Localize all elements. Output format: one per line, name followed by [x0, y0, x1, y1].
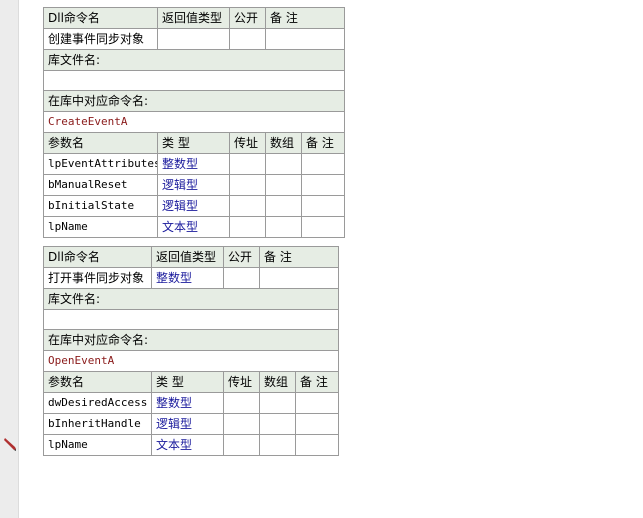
- param-row[interactable]: lpEventAttributes 整数型: [43, 153, 346, 175]
- param-row[interactable]: bInheritHandle 逻辑型: [43, 413, 340, 435]
- command-row[interactable]: 打开事件同步对象 整数型: [43, 267, 340, 289]
- col-dll-command-name: Dll命令名: [43, 7, 158, 29]
- param-type[interactable]: 逻辑型: [157, 195, 230, 217]
- param-byref[interactable]: [223, 392, 260, 414]
- param-array[interactable]: [265, 216, 302, 238]
- param-type[interactable]: 逻辑型: [157, 174, 230, 196]
- param-name[interactable]: bInheritHandle: [43, 413, 152, 435]
- param-row[interactable]: bManualReset 逻辑型: [43, 174, 346, 196]
- param-note[interactable]: [300, 153, 346, 175]
- col-return-type: 返回值类型: [151, 246, 224, 268]
- command-note[interactable]: [258, 267, 340, 289]
- entry-name-label: 在库中对应命令名:: [42, 90, 346, 112]
- param-type[interactable]: 文本型: [157, 216, 230, 238]
- col-dll-command-name: Dll命令名: [43, 246, 152, 268]
- param-col-type: 类 型: [151, 371, 224, 393]
- param-type[interactable]: 文本型: [151, 434, 224, 456]
- entry-name-value[interactable]: OpenEventA: [42, 350, 340, 372]
- dll-command-table-2: Dll命令名 返回值类型 公开 备 注 打开事件同步对象 整数型 库文件名: 在…: [42, 246, 340, 456]
- command-return-type[interactable]: [157, 28, 230, 50]
- param-col-byref: 传址: [223, 371, 260, 393]
- lib-file-value[interactable]: [42, 70, 346, 91]
- param-name[interactable]: bManualReset: [43, 174, 158, 196]
- command-header-row: Dll命令名 返回值类型 公开 备 注: [43, 246, 340, 268]
- lib-file-label: 库文件名:: [42, 49, 346, 71]
- command-row[interactable]: 创建事件同步对象: [43, 28, 346, 50]
- param-col-name: 参数名: [43, 371, 152, 393]
- command-return-type[interactable]: 整数型: [151, 267, 224, 289]
- command-name[interactable]: 打开事件同步对象: [43, 267, 152, 289]
- entry-name-label: 在库中对应命令名:: [42, 329, 340, 351]
- param-array[interactable]: [259, 392, 296, 414]
- command-public[interactable]: [229, 28, 266, 50]
- param-col-type: 类 型: [157, 132, 230, 154]
- param-col-note: 备 注: [300, 132, 346, 154]
- param-name[interactable]: dwDesiredAccess: [43, 392, 152, 414]
- lib-file-value[interactable]: [42, 309, 340, 330]
- col-public: 公开: [229, 7, 266, 29]
- param-note[interactable]: [300, 195, 346, 217]
- param-note[interactable]: [294, 434, 340, 456]
- command-header-row: Dll命令名 返回值类型 公开 备 注: [43, 7, 346, 29]
- param-type[interactable]: 整数型: [157, 153, 230, 175]
- param-col-name: 参数名: [43, 132, 158, 154]
- param-name[interactable]: lpEventAttributes: [43, 153, 158, 175]
- param-byref[interactable]: [229, 216, 266, 238]
- param-array[interactable]: [259, 413, 296, 435]
- command-public[interactable]: [223, 267, 260, 289]
- col-note: 备 注: [258, 246, 340, 268]
- param-col-note: 备 注: [294, 371, 340, 393]
- param-byref[interactable]: [229, 153, 266, 175]
- command-note[interactable]: [264, 28, 346, 50]
- dll-command-table-1: Dll命令名 返回值类型 公开 备 注 创建事件同步对象 库文件名: 在库中对应…: [42, 7, 346, 238]
- param-byref[interactable]: [223, 413, 260, 435]
- command-name[interactable]: 创建事件同步对象: [43, 28, 158, 50]
- param-byref[interactable]: [223, 434, 260, 456]
- col-public: 公开: [223, 246, 260, 268]
- param-array[interactable]: [265, 174, 302, 196]
- param-note[interactable]: [294, 413, 340, 435]
- param-col-array: 数组: [265, 132, 302, 154]
- param-name[interactable]: bInitialState: [43, 195, 158, 217]
- pencil-icon: [4, 438, 16, 451]
- param-byref[interactable]: [229, 195, 266, 217]
- param-col-byref: 传址: [229, 132, 266, 154]
- param-byref[interactable]: [229, 174, 266, 196]
- param-col-array: 数组: [259, 371, 296, 393]
- param-array[interactable]: [265, 153, 302, 175]
- param-note[interactable]: [294, 392, 340, 414]
- param-type[interactable]: 整数型: [151, 392, 224, 414]
- param-header-row: 参数名 类 型 传址 数组 备 注: [43, 132, 346, 154]
- param-header-row: 参数名 类 型 传址 数组 备 注: [43, 371, 340, 393]
- entry-name-value[interactable]: CreateEventA: [42, 111, 346, 133]
- param-name[interactable]: lpName: [43, 434, 152, 456]
- param-row[interactable]: lpName 文本型: [43, 434, 340, 456]
- col-note: 备 注: [264, 7, 346, 29]
- param-name[interactable]: lpName: [43, 216, 158, 238]
- param-row[interactable]: bInitialState 逻辑型: [43, 195, 346, 217]
- param-array[interactable]: [265, 195, 302, 217]
- param-note[interactable]: [300, 216, 346, 238]
- param-array[interactable]: [259, 434, 296, 456]
- param-row[interactable]: lpName 文本型: [43, 216, 346, 238]
- lib-file-label: 库文件名:: [42, 288, 340, 310]
- param-note[interactable]: [300, 174, 346, 196]
- param-row[interactable]: dwDesiredAccess 整数型: [43, 392, 340, 414]
- col-return-type: 返回值类型: [157, 7, 230, 29]
- param-type[interactable]: 逻辑型: [151, 413, 224, 435]
